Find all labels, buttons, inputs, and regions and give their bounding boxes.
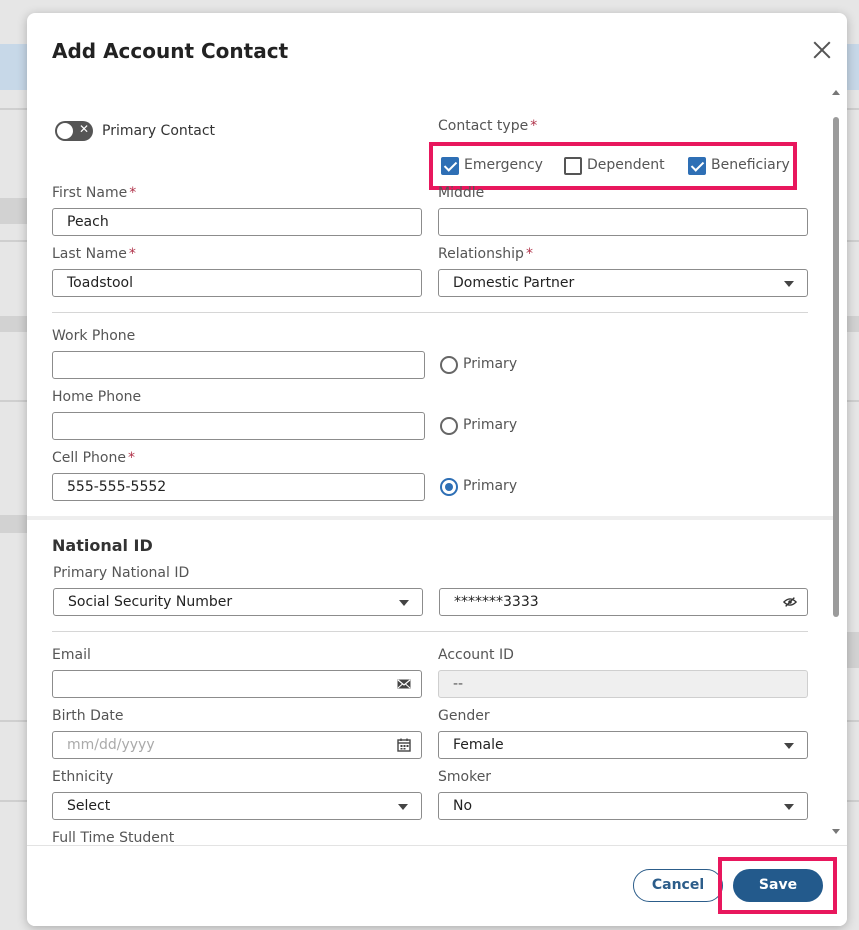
- last-name-label: Last Name *: [52, 246, 136, 262]
- modal-scroll-area[interactable]: ✕ Primary Contact Contact type * Emergenc…: [27, 95, 847, 845]
- emergency-checkbox[interactable]: [441, 157, 459, 175]
- middle-input[interactable]: [438, 208, 808, 236]
- dependent-checkbox[interactable]: [564, 157, 582, 175]
- birth-date-label: Birth Date: [52, 708, 124, 724]
- chevron-down-icon: [784, 743, 794, 749]
- relationship-label: Relationship *: [438, 246, 533, 262]
- work-phone-primary-label: Primary: [463, 356, 518, 372]
- email-input[interactable]: [52, 670, 422, 698]
- first-name-input[interactable]: Peach: [52, 208, 422, 236]
- work-phone-primary-radio[interactable]: [440, 356, 458, 374]
- background-block: [0, 316, 27, 332]
- section-divider: [52, 631, 808, 632]
- middle-label: Middle: [438, 185, 485, 201]
- birth-date-input[interactable]: mm/dd/yyyy: [52, 731, 422, 759]
- primary-contact-label: Primary Contact: [102, 123, 216, 139]
- chevron-down-icon: [399, 600, 409, 606]
- scroll-down-arrow[interactable]: [832, 829, 840, 834]
- ethnicity-label: Ethnicity: [52, 769, 114, 785]
- chevron-down-icon: [784, 281, 794, 287]
- cell-phone-label: Cell Phone *: [52, 450, 135, 466]
- toggle-knob: [57, 123, 73, 139]
- dependent-label: Dependent: [587, 157, 665, 173]
- birth-date-placeholder: mm/dd/yyyy: [67, 737, 155, 753]
- gender-value: Female: [453, 737, 504, 753]
- background-block: [847, 632, 859, 668]
- cell-phone-primary-label: Primary: [463, 478, 518, 494]
- background-block: [0, 198, 27, 224]
- cancel-button[interactable]: Cancel: [633, 869, 723, 902]
- home-phone-primary-radio[interactable]: [440, 417, 458, 435]
- add-account-contact-modal: Add Account Contact ✕ Primary Contact Co…: [27, 13, 847, 926]
- background-block: [847, 316, 859, 332]
- toggle-off-icon: ✕: [79, 122, 90, 136]
- account-id-field: --: [438, 670, 808, 698]
- save-button[interactable]: Save: [733, 869, 823, 902]
- envelope-icon: [397, 679, 411, 689]
- eye-slash-icon[interactable]: [783, 596, 797, 608]
- primary-national-id-select[interactable]: Social Security Number: [53, 588, 423, 616]
- primary-contact-toggle[interactable]: ✕: [55, 121, 93, 141]
- contact-type-label: Contact type *: [438, 118, 538, 134]
- relationship-select[interactable]: Domestic Partner: [438, 269, 808, 297]
- home-phone-input[interactable]: [52, 412, 425, 440]
- modal-title: Add Account Contact: [52, 39, 289, 63]
- work-phone-input[interactable]: [52, 351, 425, 379]
- national-id-masked-value: *******3333: [454, 594, 539, 610]
- primary-national-id-label: Primary National ID: [53, 565, 190, 581]
- chevron-down-icon: [784, 804, 794, 810]
- ethnicity-select[interactable]: Select: [52, 792, 422, 820]
- scroll-up-arrow[interactable]: [832, 90, 840, 95]
- beneficiary-label: Beneficiary: [711, 157, 790, 173]
- scrollbar-thumb[interactable]: [833, 117, 839, 617]
- cell-phone-input[interactable]: 555-555-5552: [52, 473, 425, 501]
- national-id-heading: National ID: [52, 536, 153, 555]
- section-separator: [27, 516, 833, 520]
- gender-label: Gender: [438, 708, 490, 724]
- section-divider: [52, 312, 808, 313]
- background-block: [0, 515, 27, 533]
- first-name-label: First Name *: [52, 185, 137, 201]
- last-name-input[interactable]: Toadstool: [52, 269, 422, 297]
- relationship-value: Domestic Partner: [453, 275, 575, 291]
- home-phone-label: Home Phone: [52, 389, 142, 405]
- national-id-input[interactable]: *******3333: [439, 588, 808, 616]
- work-phone-label: Work Phone: [52, 328, 136, 344]
- cell-phone-primary-radio[interactable]: [440, 478, 458, 496]
- account-id-label: Account ID: [438, 647, 514, 663]
- ethnicity-value: Select: [67, 798, 111, 814]
- home-phone-primary-label: Primary: [463, 417, 518, 433]
- primary-national-id-value: Social Security Number: [68, 594, 233, 610]
- smoker-label: Smoker: [438, 769, 492, 785]
- gender-select[interactable]: Female: [438, 731, 808, 759]
- email-label: Email: [52, 647, 91, 663]
- smoker-value: No: [453, 798, 473, 814]
- close-icon[interactable]: [813, 41, 831, 59]
- emergency-label: Emergency: [464, 157, 543, 173]
- smoker-select[interactable]: No: [438, 792, 808, 820]
- chevron-down-icon: [398, 804, 408, 810]
- full-time-student-label: Full Time Student: [52, 830, 175, 845]
- beneficiary-checkbox[interactable]: [688, 157, 706, 175]
- calendar-icon[interactable]: [397, 738, 411, 752]
